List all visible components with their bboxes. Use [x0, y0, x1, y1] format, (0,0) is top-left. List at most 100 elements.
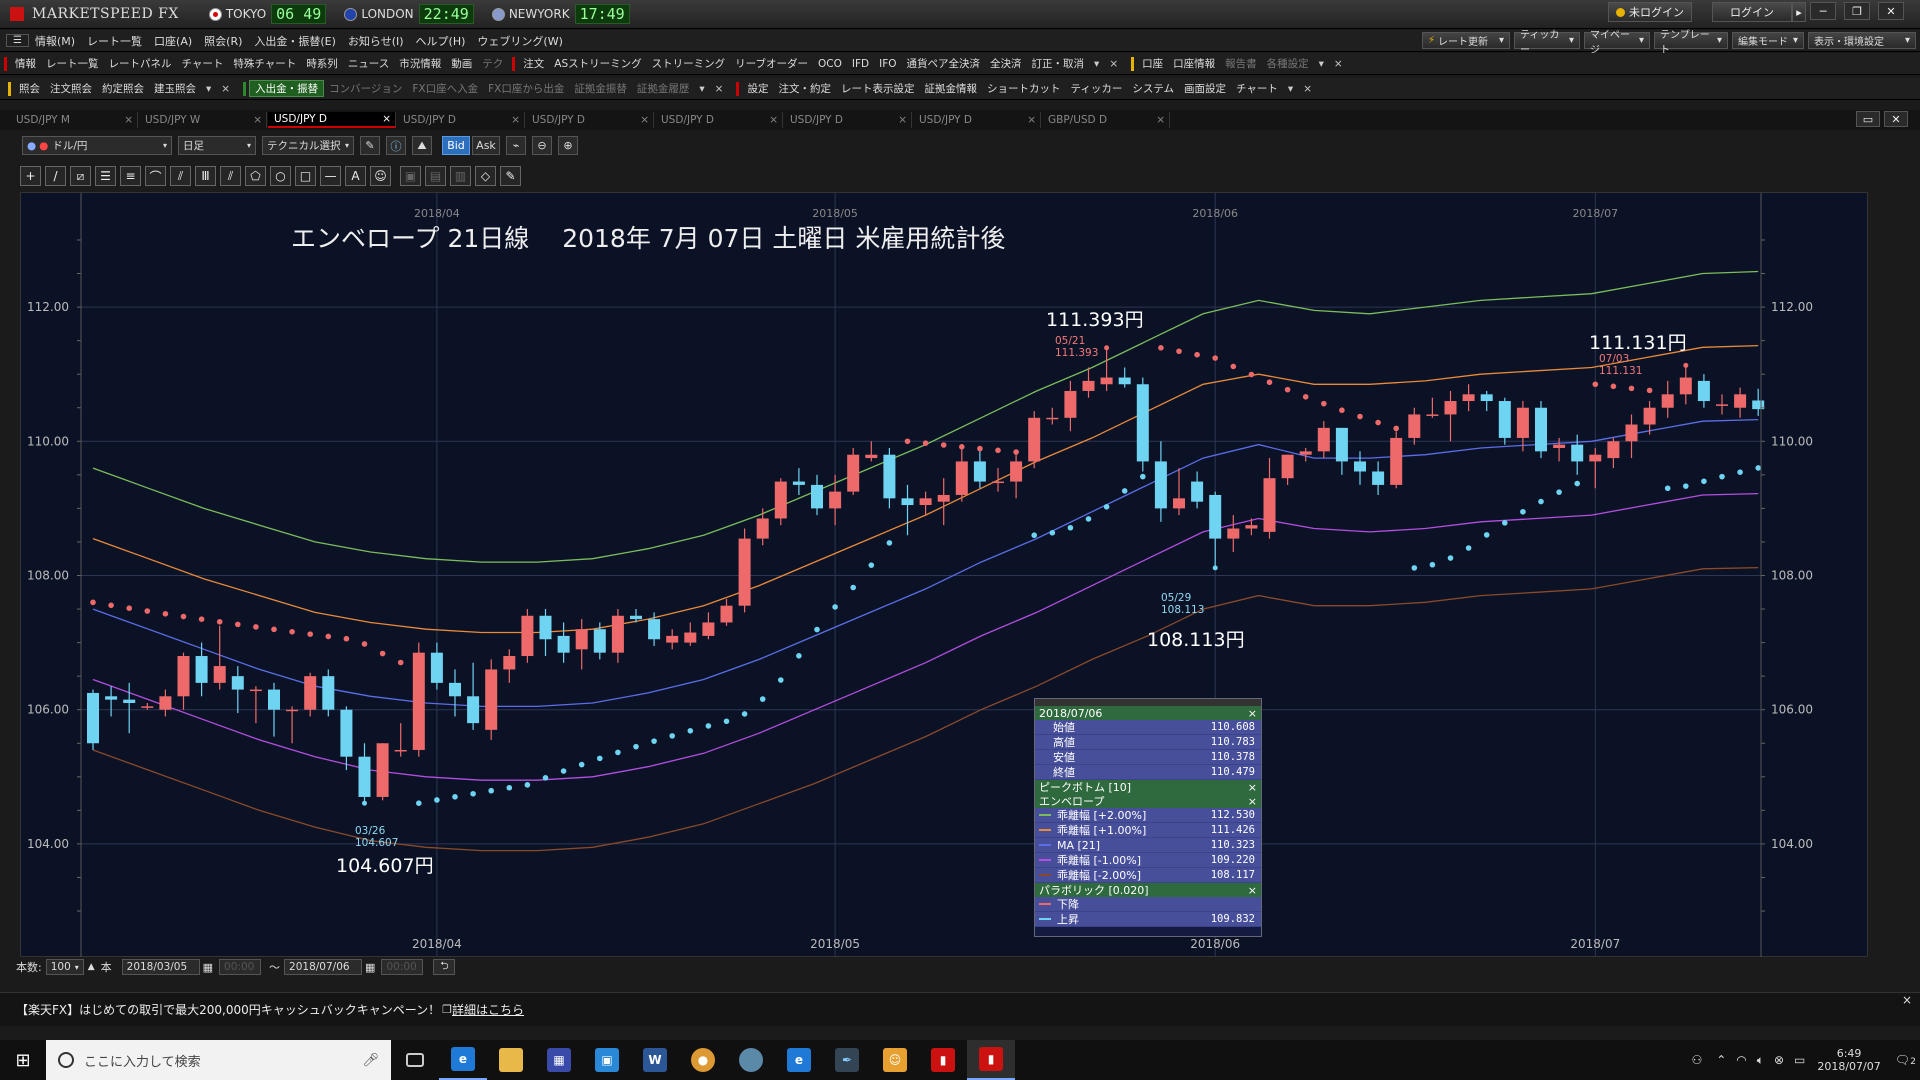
- rate-update-button[interactable]: ⚡ レート更新 ▾: [1422, 32, 1510, 49]
- menu-deposit[interactable]: 入出金・振替(E): [248, 33, 342, 49]
- close-button[interactable]: ✕: [1878, 2, 1904, 20]
- zoom-in-icon[interactable]: ⊕: [558, 136, 578, 155]
- people-icon[interactable]: ⚇: [1691, 1053, 1702, 1067]
- tool-ifo[interactable]: IFO: [874, 58, 901, 70]
- chart-tab-active[interactable]: USD/JPY D ×: [268, 112, 396, 128]
- menu-webring[interactable]: ウェブリング(W): [471, 33, 568, 49]
- ticker-button[interactable]: ティッカー ▾: [1514, 30, 1580, 56]
- file-explorer-icon[interactable]: [487, 1040, 535, 1080]
- display-settings-button[interactable]: 表示・環境設定 ▾: [1808, 32, 1916, 49]
- info-icon[interactable]: ⓘ: [386, 136, 406, 155]
- from-date-input[interactable]: 2018/03/05: [121, 959, 200, 975]
- channel-icon[interactable]: ⫽: [220, 166, 241, 186]
- calculator-icon[interactable]: ▦: [535, 1040, 583, 1080]
- store-icon[interactable]: ▣: [583, 1040, 631, 1080]
- pencil-icon[interactable]: ✎: [360, 136, 380, 155]
- tool-leave-order[interactable]: リーブオーダー: [730, 56, 813, 71]
- edge-icon[interactable]: e: [775, 1040, 823, 1080]
- to-date-input[interactable]: 2018/07/06: [284, 959, 363, 975]
- tool-correct-cancel[interactable]: 訂正・取消: [1027, 56, 1090, 71]
- paste-icon[interactable]: ▥: [450, 166, 471, 186]
- ask-toggle[interactable]: Ask: [472, 136, 500, 155]
- notifications-icon[interactable]: 🗨︎ 2: [1895, 1053, 1916, 1067]
- chart-tab[interactable]: USD/JPY W ×: [139, 112, 267, 128]
- close-icon[interactable]: ×: [710, 83, 729, 95]
- template-button[interactable]: テンプレート ▾: [1654, 30, 1728, 56]
- marketspeed-fx-icon[interactable]: ▮: [967, 1040, 1015, 1080]
- rectangle-icon[interactable]: □: [295, 166, 316, 186]
- tool-news[interactable]: ニュース: [343, 56, 394, 71]
- erase-all-icon[interactable]: ✎: [500, 166, 521, 186]
- close-icon[interactable]: ×: [1902, 993, 1912, 1007]
- tool-rate-display[interactable]: レート表示設定: [836, 81, 920, 96]
- close-icon[interactable]: ×: [124, 114, 133, 126]
- windows-start-icon[interactable]: ⊞: [0, 1040, 46, 1080]
- word-icon[interactable]: W: [631, 1040, 679, 1080]
- login-status-button[interactable]: 未ログイン: [1608, 2, 1692, 22]
- close-icon[interactable]: ×: [769, 114, 778, 126]
- tool-settings[interactable]: 各種設定: [1262, 56, 1314, 71]
- close-icon[interactable]: ×: [1248, 707, 1257, 720]
- close-icon[interactable]: ×: [1298, 83, 1317, 95]
- tool-system[interactable]: システム: [1127, 81, 1179, 96]
- candlestick-chart[interactable]: 104.00 104.00 106.00 106.00 108.00 108.00 110.…: [21, 193, 1869, 958]
- close-icon[interactable]: ×: [216, 83, 235, 95]
- restore-button[interactable]: ❐: [1844, 2, 1870, 20]
- chart-type-icon[interactable]: ⛰: [412, 136, 432, 155]
- tool-timeseries[interactable]: 時系列: [301, 56, 343, 71]
- from-time-input[interactable]: 00:00: [219, 959, 262, 975]
- fan-icon[interactable]: ⫽: [170, 166, 191, 186]
- tool-position-inquiry[interactable]: 建玉照会: [149, 81, 201, 96]
- tool-conversion[interactable]: コンバージョン: [324, 81, 407, 96]
- minimize-button[interactable]: ─: [1810, 2, 1836, 20]
- toolbar-group-deposit[interactable]: 入出金・振替: [249, 80, 325, 97]
- chevron-down-icon[interactable]: ▾: [694, 83, 709, 95]
- count-select[interactable]: 100 ▾: [45, 959, 84, 975]
- menu-inquiry[interactable]: 照会(R): [198, 33, 248, 49]
- calendar-icon[interactable]: ▦: [365, 961, 375, 974]
- edit-mode-button[interactable]: 編集モード ▾: [1732, 32, 1804, 49]
- ruler-icon[interactable]: ⧄: [70, 166, 91, 186]
- tool-as-streaming[interactable]: ASストリーミング: [549, 56, 646, 71]
- crosshair-icon[interactable]: +: [20, 166, 41, 186]
- horizontal-line-icon[interactable]: —: [320, 166, 341, 186]
- tool-pair-settle[interactable]: 通貨ペア全決済: [902, 56, 986, 71]
- horizontal-lines-icon[interactable]: ☰: [95, 166, 116, 186]
- to-time-input[interactable]: 00:00: [381, 959, 424, 975]
- close-icon[interactable]: ×: [253, 114, 262, 126]
- chevron-down-icon[interactable]: ▾: [1089, 58, 1104, 70]
- copy-icon[interactable]: ▤: [425, 166, 446, 186]
- wifi-icon[interactable]: ◠: [1736, 1053, 1746, 1067]
- stamp-icon[interactable]: ☺: [370, 166, 391, 186]
- tool-contract-inquiry[interactable]: 約定照会: [97, 81, 149, 96]
- volume-icon[interactable]: 🔈︎: [1757, 1053, 1764, 1068]
- task-view-icon[interactable]: [391, 1040, 439, 1080]
- close-icon[interactable]: ×: [640, 114, 649, 126]
- eraser-icon[interactable]: ◇: [475, 166, 496, 186]
- input-method-icon[interactable]: ⊗: [1774, 1053, 1784, 1067]
- marketspeed-icon[interactable]: ▮: [919, 1040, 967, 1080]
- tool-margin-info[interactable]: 証拠金情報: [919, 81, 982, 96]
- bid-toggle[interactable]: Bid: [442, 136, 470, 155]
- chart-tab[interactable]: USD/JPY M ×: [10, 112, 138, 128]
- chart-area[interactable]: 104.00 104.00 106.00 106.00 108.00 108.00 110.…: [20, 192, 1869, 958]
- tool-ticker[interactable]: ティッカー: [1065, 81, 1127, 96]
- mypage-button[interactable]: マイページ ▾: [1584, 30, 1650, 56]
- settings-icon[interactable]: ▣: [400, 166, 421, 186]
- period-select[interactable]: 日足 ▾: [178, 136, 256, 155]
- cycle-lines-icon[interactable]: Ⅲ: [195, 166, 216, 186]
- chart-window-restore-button[interactable]: ▭: [1856, 111, 1880, 127]
- panel-drag-handle[interactable]: [1035, 699, 1261, 706]
- menu-account[interactable]: 口座(A): [148, 33, 198, 49]
- tool-screen-settings[interactable]: 画面設定: [1179, 81, 1231, 96]
- chart-tab[interactable]: USD/JPY D ×: [655, 112, 783, 128]
- close-icon[interactable]: ×: [1248, 884, 1257, 897]
- chrome-icon[interactable]: ●: [679, 1040, 727, 1080]
- tool-technical[interactable]: テク: [477, 56, 508, 71]
- ad-details-link[interactable]: 詳細はこちら: [452, 1001, 524, 1018]
- menu-notice[interactable]: お知らせ(I): [342, 33, 410, 49]
- circle-icon[interactable]: ○: [270, 166, 291, 186]
- tool-oco[interactable]: OCO: [813, 58, 847, 70]
- pentagon-icon[interactable]: ⬠: [245, 166, 266, 186]
- close-icon[interactable]: ×: [1248, 781, 1257, 794]
